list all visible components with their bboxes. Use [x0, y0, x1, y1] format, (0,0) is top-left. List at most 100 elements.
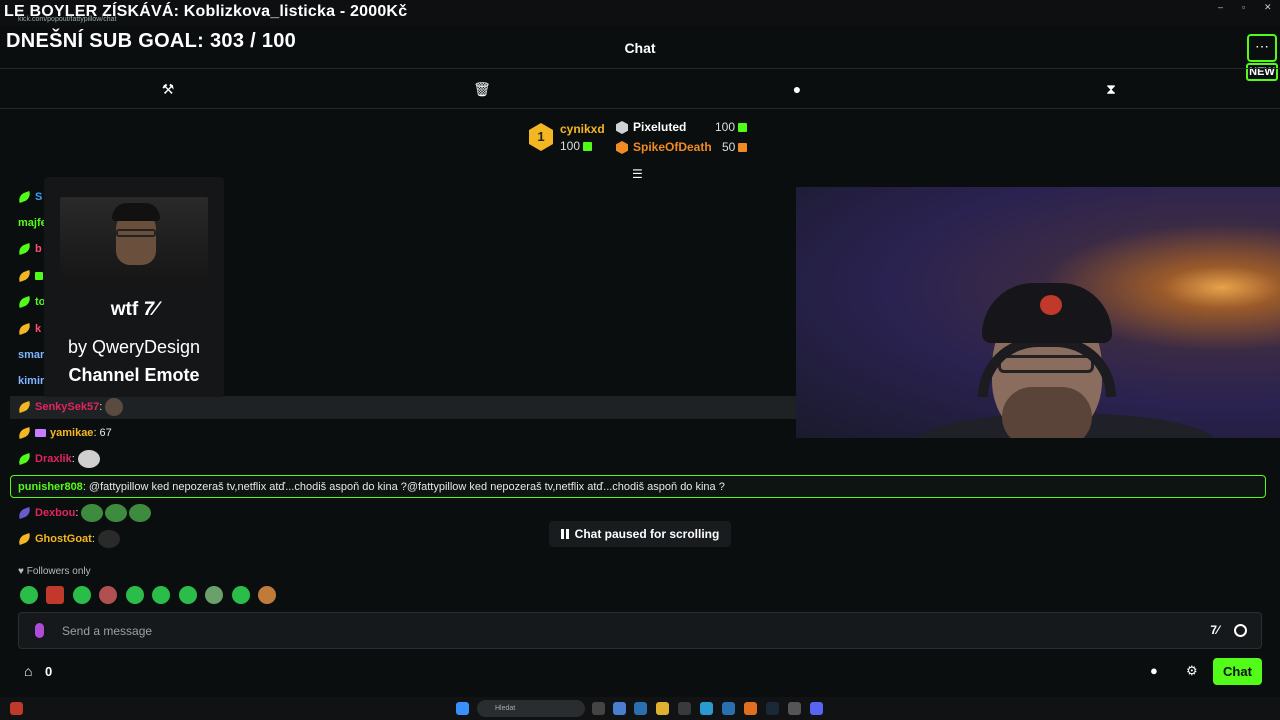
app-icon[interactable]: [678, 702, 691, 715]
webcam-overlay: [796, 187, 1280, 438]
send-chat-button[interactable]: Chat: [1213, 658, 1262, 685]
username[interactable]: punisher808: [18, 481, 83, 493]
emote-button[interactable]: [258, 586, 277, 604]
chat-message[interactable]: k: [17, 320, 41, 338]
sub-badge-icon: [17, 533, 32, 546]
username[interactable]: Dexbou: [35, 507, 75, 519]
chat-message[interactable]: yamikae: 67: [17, 424, 112, 442]
close-icon[interactable]: ✕: [1264, 2, 1272, 13]
rank-first-badge: 1: [529, 123, 553, 151]
chat-message[interactable]: to: [17, 293, 45, 311]
7tv-icon: 7⁄: [143, 299, 158, 320]
leader-third-name[interactable]: SpikeOfDeath: [633, 140, 712, 154]
sub-badge-icon: [17, 453, 32, 466]
microphone-icon[interactable]: [35, 623, 44, 638]
emote-button[interactable]: [205, 586, 224, 604]
app-icon[interactable]: [613, 702, 626, 715]
username[interactable]: yamikae: [50, 427, 93, 439]
steam-icon[interactable]: [766, 702, 779, 715]
emote-image[interactable]: [97, 530, 120, 549]
divider: [0, 68, 1280, 69]
chat-paused-button[interactable]: Chat paused for scrolling: [549, 521, 731, 547]
emote-button[interactable]: [152, 586, 171, 604]
expand-leaderboard-icon[interactable]: ☰: [632, 167, 643, 181]
rank-third-icon: [616, 141, 628, 154]
chat-bubble-icon[interactable]: ●: [1150, 663, 1158, 678]
emote-preview-image: [60, 197, 208, 283]
emote-button[interactable]: [231, 586, 250, 604]
emoji-picker-icon[interactable]: [1234, 624, 1247, 637]
7tv-emote-picker-icon[interactable]: 7⁄: [1210, 623, 1219, 637]
taskbar-search[interactable]: Hledat: [477, 700, 585, 717]
chat-message[interactable]: GhostGoat:: [17, 530, 122, 549]
more-options-button[interactable]: ⋯: [1247, 34, 1277, 62]
store-count: 0: [45, 664, 53, 679]
folder-icon[interactable]: [656, 702, 669, 715]
app-icon[interactable]: [10, 702, 23, 715]
emote-button[interactable]: [178, 586, 197, 604]
sub-badge-icon: [17, 323, 32, 336]
chat-header-title: Chat: [624, 40, 656, 56]
task-view-icon[interactable]: [592, 702, 605, 715]
emote-image[interactable]: [129, 504, 152, 523]
hourglass-icon[interactable]: ⧗: [1102, 80, 1120, 98]
username[interactable]: S: [35, 191, 42, 203]
app-icon[interactable]: [722, 702, 735, 715]
divider: [0, 108, 1280, 109]
emote-image[interactable]: [105, 504, 128, 523]
start-icon[interactable]: [456, 702, 469, 715]
store-icon[interactable]: ⌂: [24, 663, 32, 679]
app-icon[interactable]: [634, 702, 647, 715]
rank-second-icon: [616, 121, 628, 134]
chat-bubble-icon[interactable]: ●: [788, 80, 806, 98]
emote-name: wtf 7⁄: [110, 299, 158, 320]
emote-button[interactable]: [99, 586, 118, 604]
gear-icon[interactable]: ⚙: [1186, 663, 1198, 679]
discord-icon[interactable]: [810, 702, 823, 715]
emote-image[interactable]: [77, 450, 100, 469]
username[interactable]: kimir: [18, 375, 44, 387]
leader-second-name[interactable]: Pixeluted: [633, 120, 686, 134]
sub-badge-icon: [17, 191, 32, 204]
emote-author: by QweryDesign: [67, 337, 201, 357]
emote-button[interactable]: [72, 586, 91, 604]
gift-icon: [583, 142, 593, 152]
emote-button[interactable]: [20, 586, 38, 604]
hovered-message-row: [10, 396, 796, 419]
username[interactable]: SenkySek57: [35, 401, 99, 413]
chat-message[interactable]: smar: [18, 346, 44, 364]
username[interactable]: majfe: [18, 217, 47, 229]
app-icon[interactable]: [788, 702, 801, 715]
chat-message[interactable]: b: [17, 240, 42, 258]
leader-first-value: 100: [560, 139, 593, 153]
emote-button[interactable]: [125, 586, 144, 604]
chat-message[interactable]: [17, 267, 47, 285]
app-icon[interactable]: [744, 702, 757, 715]
trash-icon[interactable]: 🗑: [473, 80, 491, 98]
chat-message[interactable]: Draxlik:: [17, 450, 102, 469]
edge-icon[interactable]: [700, 702, 713, 715]
message-input-box[interactable]: Send a message 7⁄: [18, 612, 1262, 649]
chat-message[interactable]: SenkySek57:: [17, 398, 125, 417]
leader-first-name[interactable]: cynikxd: [560, 122, 605, 136]
message-input-placeholder[interactable]: Send a message: [62, 624, 152, 638]
username[interactable]: GhostGoat: [35, 533, 92, 545]
gavel-icon[interactable]: ⚒: [159, 80, 177, 98]
username[interactable]: b: [35, 243, 42, 255]
emote-button[interactable]: [46, 586, 65, 604]
emote-image[interactable]: [81, 504, 104, 523]
chat-message[interactable]: punisher808: @fattypillow ked nepozeraš …: [18, 478, 725, 496]
username[interactable]: k: [35, 323, 41, 335]
followers-only-label: ♥ Followers only: [18, 566, 91, 577]
chat-message[interactable]: S: [17, 188, 42, 206]
chat-message[interactable]: majfe: [18, 214, 47, 232]
chat-message[interactable]: kimir: [18, 372, 44, 390]
username[interactable]: smar: [18, 349, 44, 361]
emote-info-card: wtf 7⁄ by QweryDesign Channel Emote: [44, 177, 224, 397]
username[interactable]: Draxlik: [35, 453, 72, 465]
maximize-icon[interactable]: ▫: [1242, 2, 1245, 12]
minimize-icon[interactable]: –: [1218, 2, 1223, 12]
sub-badge-icon: [17, 270, 32, 283]
chat-message[interactable]: Dexbou:: [17, 504, 153, 523]
emote-image[interactable]: [105, 398, 124, 417]
